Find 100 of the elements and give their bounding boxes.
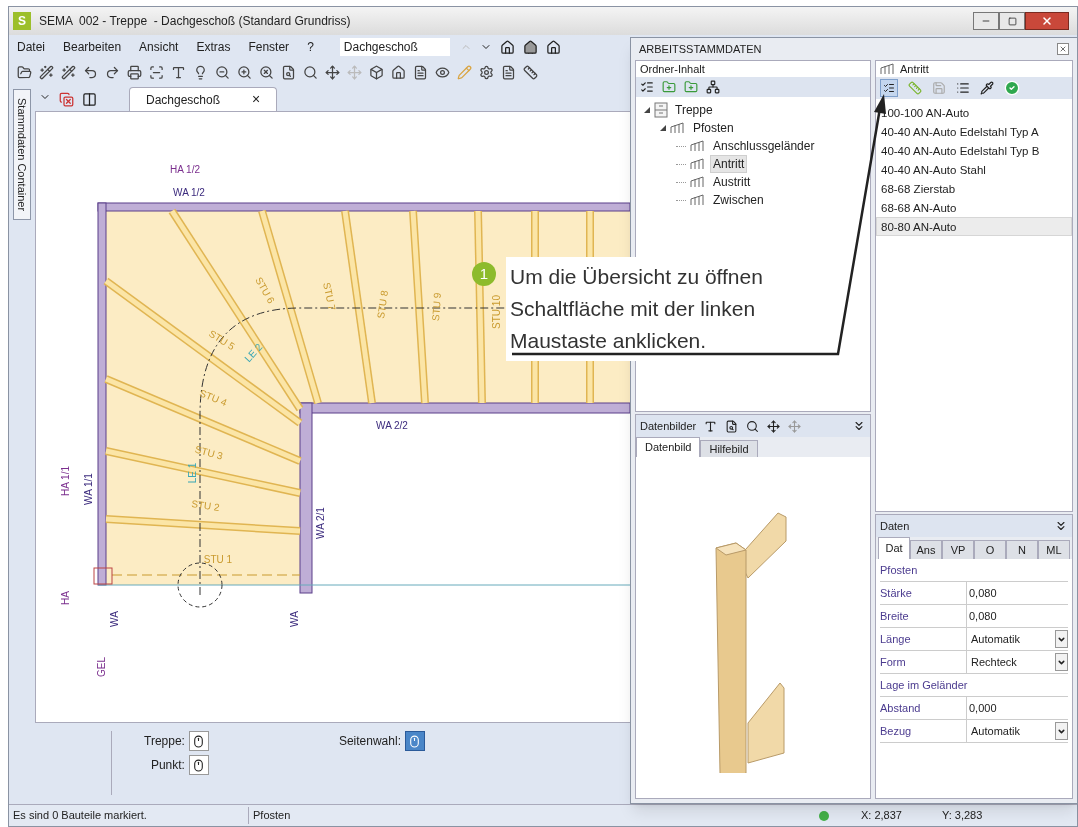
menu-item[interactable]: ? bbox=[307, 38, 314, 56]
list-item[interactable]: 40-40 AN-Auto Stahl bbox=[876, 160, 1072, 179]
menu-item[interactable]: Bearbeiten bbox=[63, 38, 122, 56]
list-item[interactable]: 68-68 AN-Auto bbox=[876, 198, 1072, 217]
text-icon[interactable] bbox=[704, 419, 718, 433]
network-icon[interactable] bbox=[706, 80, 720, 94]
wand-icon[interactable] bbox=[39, 64, 54, 80]
railing-icon bbox=[690, 194, 706, 206]
checklist-icon[interactable] bbox=[640, 80, 654, 94]
close-icon[interactable]: × bbox=[252, 89, 261, 110]
expand-triangle-icon[interactable] bbox=[660, 125, 666, 131]
house-icon[interactable] bbox=[522, 39, 538, 55]
document-icon[interactable] bbox=[501, 64, 516, 80]
mouse-toggle-button[interactable] bbox=[188, 731, 209, 751]
move-icon[interactable] bbox=[767, 419, 781, 433]
tree-item[interactable]: Zwischen bbox=[710, 191, 767, 209]
data-tab[interactable]: VP bbox=[942, 540, 974, 559]
maximize-button[interactable] bbox=[999, 12, 1025, 30]
property-value[interactable]: 0,000 bbox=[966, 697, 1068, 719]
cube-icon[interactable] bbox=[369, 64, 384, 80]
columns-icon[interactable] bbox=[82, 92, 97, 107]
tree-item[interactable]: Antritt bbox=[710, 155, 748, 173]
property-dropdown[interactable]: Rechteck bbox=[966, 651, 1068, 673]
data-tab[interactable]: N bbox=[1006, 540, 1038, 559]
redo-icon[interactable] bbox=[105, 64, 120, 80]
list-item[interactable]: 80-80 AN-Auto bbox=[876, 217, 1072, 236]
plan-label: STU 1 bbox=[203, 554, 233, 565]
tree-view-button[interactable] bbox=[880, 79, 898, 97]
folder-add-icon[interactable] bbox=[662, 80, 676, 94]
minimize-button[interactable] bbox=[973, 12, 999, 30]
tree-item[interactable]: Austritt bbox=[710, 173, 754, 191]
mouse-toggle-button[interactable] bbox=[188, 755, 209, 775]
property-value[interactable]: 0,080 bbox=[966, 582, 1068, 604]
list-item[interactable]: 68-68 Zierstab bbox=[876, 179, 1072, 198]
zoom-reset-icon[interactable] bbox=[259, 64, 274, 80]
move-icon[interactable] bbox=[325, 64, 340, 80]
caret-icon[interactable] bbox=[1055, 722, 1068, 740]
scan-icon[interactable] bbox=[149, 64, 164, 80]
house-icon[interactable] bbox=[545, 39, 561, 55]
check-circle-icon[interactable] bbox=[1004, 80, 1020, 96]
folder-open-icon[interactable] bbox=[17, 64, 32, 80]
menu-item[interactable]: Datei bbox=[17, 38, 45, 56]
folder-add-icon[interactable] bbox=[684, 80, 698, 94]
expand-triangle-icon[interactable] bbox=[644, 107, 650, 113]
ruler-icon[interactable] bbox=[523, 64, 538, 80]
list-icon[interactable] bbox=[956, 81, 970, 95]
window-title: SEMA 002 - Treppe - Dachgeschoß (Standard Grundriss) bbox=[39, 13, 351, 30]
eye-icon[interactable] bbox=[435, 64, 450, 80]
plan-label: WA bbox=[289, 611, 300, 627]
caret-icon[interactable] bbox=[1055, 630, 1068, 648]
list-item[interactable]: 40-40 AN-Auto Edelstahl Typ A bbox=[876, 122, 1072, 141]
search-icon[interactable] bbox=[746, 419, 760, 433]
sidebar-tab[interactable]: Stammdaten Container bbox=[13, 89, 31, 221]
lightbulb-icon[interactable] bbox=[193, 64, 208, 80]
zoom-out-icon[interactable] bbox=[215, 64, 230, 80]
text-icon[interactable] bbox=[171, 64, 186, 80]
house-icon[interactable] bbox=[391, 64, 406, 80]
y-coordinate: Y: 3,283 bbox=[942, 808, 983, 824]
close-button[interactable] bbox=[1025, 12, 1069, 30]
window-close-icon[interactable] bbox=[59, 92, 74, 107]
menu-item[interactable]: Extras bbox=[196, 38, 231, 56]
mouse-toggle-button[interactable] bbox=[404, 731, 425, 751]
data-tab[interactable]: ML bbox=[1038, 540, 1070, 559]
plan-label: GEL bbox=[96, 657, 107, 677]
plan-label: STU 2 bbox=[190, 498, 221, 513]
collapse-icon[interactable] bbox=[1054, 519, 1068, 533]
data-tab[interactable]: Dat bbox=[878, 537, 910, 559]
tree-item[interactable]: Pfosten bbox=[690, 119, 737, 137]
page-search-icon[interactable] bbox=[281, 64, 296, 80]
close-icon[interactable] bbox=[1057, 43, 1069, 55]
property-value[interactable]: 0,080 bbox=[966, 605, 1068, 627]
collapse-icon[interactable] bbox=[852, 419, 866, 433]
pipette-icon[interactable] bbox=[980, 81, 994, 95]
page-icon[interactable] bbox=[413, 64, 428, 80]
print-icon[interactable] bbox=[127, 64, 142, 80]
document-tab[interactable]: Dachgeschoß × bbox=[129, 87, 278, 111]
data-tab[interactable]: Ans bbox=[910, 540, 942, 559]
menu-item[interactable]: Ansicht bbox=[139, 38, 179, 56]
floor-dropdown[interactable]: Dachgeschoß bbox=[339, 38, 450, 56]
property-label: Form bbox=[880, 654, 907, 670]
data-tab[interactable]: O bbox=[974, 540, 1006, 559]
menu-item[interactable]: Fenster bbox=[248, 38, 290, 56]
image-tab[interactable]: Datenbild bbox=[636, 437, 701, 457]
tree-item[interactable]: Anschlussgeländer bbox=[710, 137, 818, 155]
property-dropdown[interactable]: Automatik bbox=[966, 628, 1068, 650]
search-icon[interactable] bbox=[303, 64, 318, 80]
house-icon[interactable] bbox=[499, 39, 515, 55]
image-tab[interactable]: Hilfebild bbox=[700, 440, 758, 457]
list-item[interactable]: 40-40 AN-Auto Edelstahl Typ B bbox=[876, 141, 1072, 160]
tree-item[interactable]: Treppe bbox=[672, 101, 716, 119]
plan-label: WA 1/2 bbox=[173, 187, 205, 198]
page-search-icon[interactable] bbox=[725, 419, 739, 433]
caret-icon[interactable] bbox=[1055, 653, 1068, 671]
settings-icon[interactable] bbox=[479, 64, 494, 80]
pane-title: Antritt bbox=[900, 61, 929, 77]
undo-icon[interactable] bbox=[83, 64, 98, 80]
wand-icon[interactable] bbox=[61, 64, 76, 80]
property-dropdown[interactable]: Automatik bbox=[966, 720, 1068, 742]
zoom-in-icon[interactable] bbox=[237, 64, 252, 80]
x-coordinate: X: 2,837 bbox=[861, 808, 902, 824]
